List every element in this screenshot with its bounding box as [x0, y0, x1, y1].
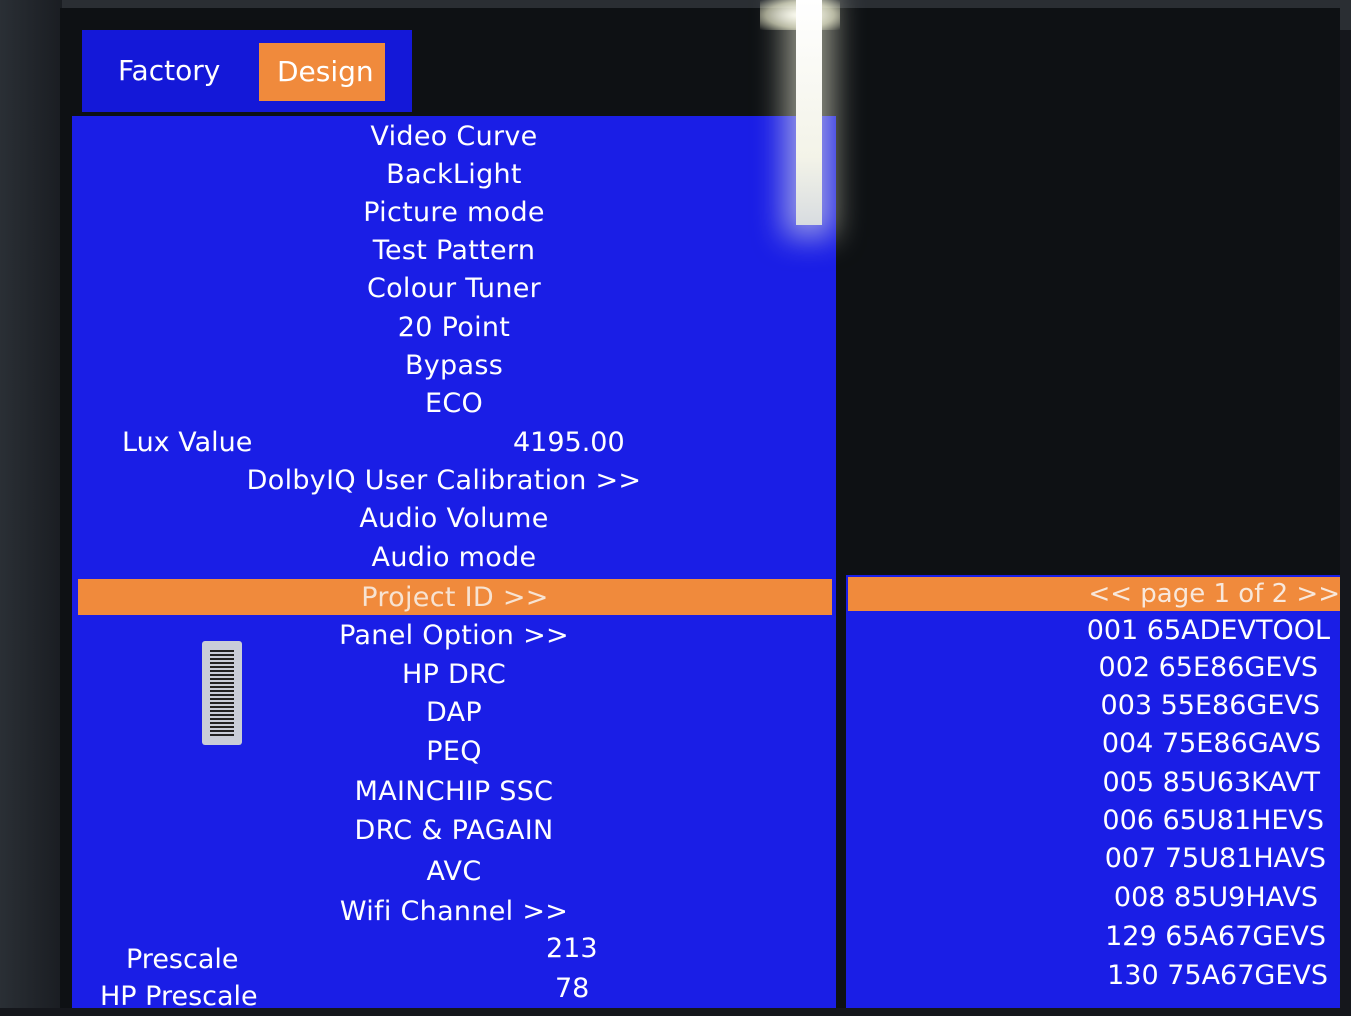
menu-item-picture-mode[interactable]: Picture mode: [72, 194, 836, 232]
menu-item-audio-mode[interactable]: Audio mode: [72, 539, 836, 577]
menu-item-test-pattern[interactable]: Test Pattern: [72, 232, 836, 270]
project-list-item[interactable]: 002 65E86GEVS: [846, 649, 1318, 687]
menu-item-20-point[interactable]: 20 Point: [72, 309, 836, 347]
project-list-item[interactable]: 001 65ADEVTOOL: [846, 612, 1330, 650]
menu-item-mainchip-ssc[interactable]: MAINCHIP SSC: [72, 773, 836, 811]
prescale-label: Prescale: [126, 944, 239, 975]
menu-item-audio-volume[interactable]: Audio Volume: [72, 500, 836, 538]
menu-item-eco[interactable]: ECO: [72, 385, 836, 423]
project-list-pager[interactable]: << page 1 of 2 >>: [848, 577, 1340, 611]
hp-prescale-value: 78: [555, 973, 590, 1004]
menu-item-drc-pagain[interactable]: DRC & PAGAIN: [72, 812, 836, 850]
hp-prescale-label: HP Prescale: [100, 981, 258, 1012]
menu-item-bypass[interactable]: Bypass: [72, 347, 836, 385]
project-list-item[interactable]: 129 65A67GEVS: [846, 918, 1326, 956]
menu-item-project-id[interactable]: Project ID >>: [78, 579, 832, 615]
menu-item-wifi-channel[interactable]: Wifi Channel >>: [72, 893, 836, 931]
project-list-item[interactable]: 008 85U9HAVS: [846, 879, 1318, 917]
menu-item-colour-tuner[interactable]: Colour Tuner: [72, 270, 836, 308]
menu-item-dap[interactable]: DAP: [72, 694, 836, 732]
project-list-item[interactable]: 005 85U63KAVT: [846, 764, 1320, 802]
prescale-value: 213: [546, 933, 598, 964]
tab-design[interactable]: Design: [259, 43, 385, 101]
light-glare: [796, 0, 822, 225]
menu-item-dolbyiq-user-calibration[interactable]: DolbyIQ User Calibration >>: [62, 462, 826, 500]
project-list-item[interactable]: 130 75A67GEVS: [846, 957, 1328, 995]
project-list-item[interactable]: 006 65U81HEVS: [846, 802, 1324, 840]
menu-item-video-curve[interactable]: Video Curve: [72, 118, 836, 156]
menu-item-peq[interactable]: PEQ: [72, 733, 836, 771]
menu-item-hp-drc[interactable]: HP DRC: [72, 656, 836, 694]
tab-factory[interactable]: Factory: [100, 42, 238, 100]
project-list-item[interactable]: 004 75E86GAVS: [846, 725, 1321, 763]
project-list-item[interactable]: 007 75U81HAVS: [846, 840, 1326, 878]
menu-item-backlight[interactable]: BackLight: [72, 156, 836, 194]
menu-item-avc[interactable]: AVC: [72, 853, 836, 891]
barcode-icon: [210, 650, 234, 736]
lux-value-label: Lux Value: [122, 427, 253, 458]
project-list-item[interactable]: 003 55E86GEVS: [846, 687, 1320, 725]
lux-value: 4195.00: [513, 427, 625, 458]
tv-bezel-left: [0, 0, 62, 1008]
menu-item-panel-option[interactable]: Panel Option >>: [72, 617, 836, 655]
